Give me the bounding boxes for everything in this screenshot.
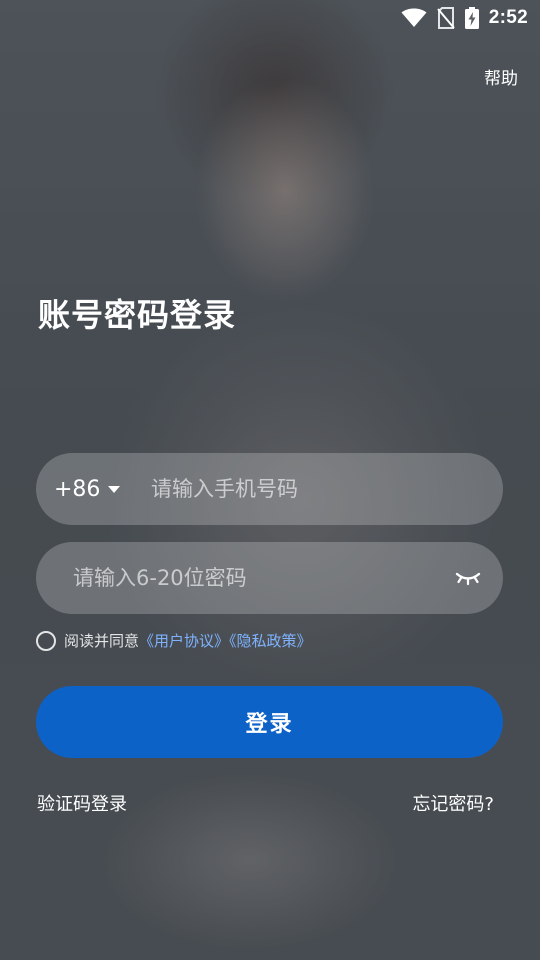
country-code-selector[interactable]: +86 (54, 453, 121, 525)
phone-field: +86 (36, 453, 503, 525)
caret-down-icon (108, 485, 121, 493)
agreement-row: 阅读并同意 《用户协议》《隐私政策》 (36, 630, 312, 651)
page-title: 账号密码登录 (38, 296, 237, 334)
user-agreement-link[interactable]: 《用户协议》 (139, 632, 229, 650)
country-code-label: +86 (54, 476, 101, 502)
no-sim-icon (437, 7, 455, 29)
privacy-policy-link[interactable]: 《隐私政策》 (229, 632, 312, 650)
login-button[interactable]: 登录 (36, 686, 503, 758)
agreement-prefix: 阅读并同意 (64, 632, 140, 650)
password-input[interactable] (73, 542, 433, 614)
forgot-password-link[interactable]: 忘记密码? (412, 790, 494, 816)
help-link[interactable]: 帮助 (484, 64, 518, 89)
sms-login-link[interactable]: 验证码登录 (37, 790, 127, 816)
status-icons: 2:52 (401, 6, 528, 30)
eye-closed-icon[interactable] (451, 564, 485, 592)
status-bar: 2:52 (0, 0, 540, 36)
agreement-checkbox[interactable] (36, 630, 56, 651)
wifi-icon (401, 8, 427, 28)
phone-input[interactable] (151, 453, 481, 525)
battery-charging-icon (464, 7, 479, 29)
status-time: 2:52 (488, 7, 528, 28)
password-field (36, 542, 503, 614)
